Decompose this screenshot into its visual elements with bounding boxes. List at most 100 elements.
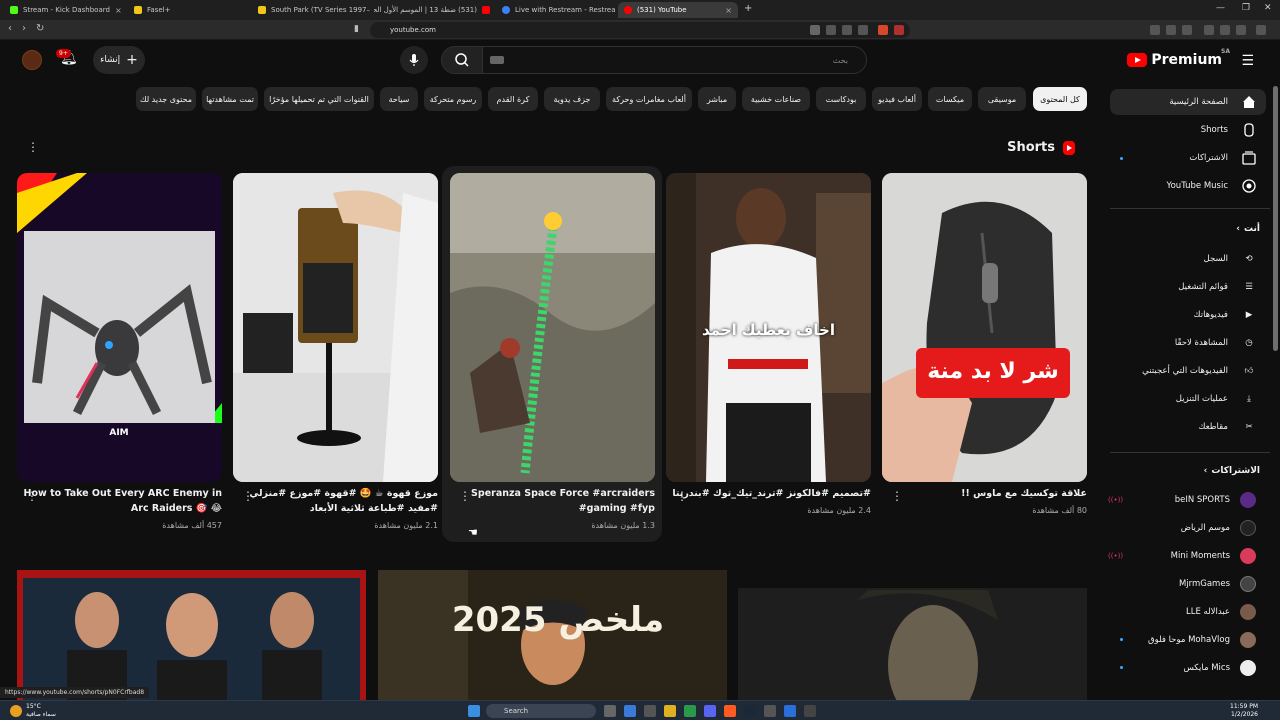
sidebar-item-playlists[interactable]: قوائم التشغيل ☰	[1110, 274, 1266, 300]
windows-start-icon[interactable]	[468, 705, 480, 717]
close-window-icon[interactable]: ✕	[1264, 3, 1272, 13]
sidebar-item-youtube-music[interactable]: YouTube Music	[1110, 173, 1266, 199]
new-tab-button[interactable]: +	[744, 3, 752, 14]
short-thumbnail[interactable]	[450, 173, 655, 482]
browser-tab[interactable]: South Park (TV Series 1997– ) - IMDb	[252, 2, 372, 18]
sidebar-item-your-videos[interactable]: فيديوهاتك ▶	[1110, 302, 1266, 328]
sidebar-item-watch-later[interactable]: المشاهدة لاحقًا ◷	[1110, 330, 1266, 356]
maximize-icon[interactable]: ❐	[1242, 3, 1250, 13]
chip[interactable]: رسوم متحركة	[424, 87, 482, 111]
menu-icon[interactable]	[1256, 25, 1266, 35]
chip[interactable]: صناعات خشبية	[742, 87, 810, 111]
short-thumbnail[interactable]: شر لا بد منة	[882, 173, 1087, 482]
subscription-channel[interactable]: Mini Moments	[1106, 544, 1256, 568]
chip[interactable]: جزف يدوية	[544, 87, 600, 111]
discord-icon[interactable]	[704, 705, 716, 717]
short-more-icon[interactable]: ⋮	[459, 490, 471, 502]
sidebar-item-liked-videos[interactable]: الفيديوهات التي أعجبتني 👍︎	[1110, 358, 1266, 384]
minimize-icon[interactable]: —	[1216, 3, 1225, 13]
steam-icon[interactable]	[744, 705, 756, 717]
subscription-channel[interactable]: موحا فلوق MohaVlog	[1106, 628, 1256, 652]
bookmark-icon[interactable]: ▮	[354, 24, 359, 34]
short-title[interactable]: #تصميم #فالكونز #ترند_تيك_توك #بندريتا	[666, 487, 871, 502]
chip[interactable]: سياحة	[380, 87, 418, 111]
chip[interactable]: ميكسات	[928, 87, 972, 111]
chip[interactable]: ألعاب مغامرات وحركة	[606, 87, 692, 111]
chip[interactable]: بودكاست	[816, 87, 866, 111]
keyboard-icon[interactable]	[490, 56, 504, 64]
short-title[interactable]: Speranza Space Force #arcraiders #gaming…	[450, 487, 655, 516]
wallet-icon[interactable]	[1220, 25, 1230, 35]
sidebar-item-shorts[interactable]: Shorts	[1110, 117, 1266, 143]
sidebar-item-downloads[interactable]: عمليات التنزيل ⤓	[1110, 386, 1266, 412]
subscription-channel[interactable]: beIN SPORTS	[1106, 488, 1256, 512]
subscription-channel[interactable]: MjrmGames	[1106, 572, 1256, 596]
chip[interactable]: موسيقى	[978, 87, 1026, 111]
browser-tab[interactable]: Stream - Kick Dashboard ×	[4, 2, 126, 18]
short-thumbnail[interactable]	[233, 173, 438, 482]
task-view-icon[interactable]	[604, 705, 616, 717]
chip[interactable]: مباشر	[698, 87, 736, 111]
browser-tab-active[interactable]: (531) YouTube ×	[618, 2, 738, 18]
sidebar-item-clips[interactable]: مقاطعك ✂	[1110, 414, 1266, 440]
sidebar-icon[interactable]	[1204, 25, 1214, 35]
taskbar-search[interactable]: Search	[486, 704, 596, 718]
browser-tab[interactable]: Fasel+	[128, 2, 250, 18]
create-button[interactable]: إنشاء +	[93, 46, 145, 74]
app-icon[interactable]	[804, 705, 816, 717]
file-explorer-icon[interactable]	[664, 705, 676, 717]
brave-icon[interactable]	[724, 705, 736, 717]
forward-icon[interactable]: ›	[22, 23, 26, 34]
share-icon[interactable]	[858, 25, 868, 35]
search-input[interactable]: بحث	[482, 46, 867, 74]
chip[interactable]: تمت مشاهدتها	[202, 87, 258, 111]
short-thumbnail[interactable]: اخاف يعطيك احمد	[666, 173, 871, 482]
app-icon[interactable]	[764, 705, 776, 717]
close-icon[interactable]: ×	[115, 6, 122, 15]
short-more-icon[interactable]: ⋮	[26, 490, 38, 502]
chip[interactable]: محتوى جديد لك	[136, 87, 196, 111]
shelf-more-icon[interactable]: ⋮	[27, 141, 39, 153]
scrollbar-thumb[interactable]	[1273, 86, 1278, 351]
subscription-channel[interactable]: عبدالاله LLE	[1106, 600, 1256, 624]
subscriptions-section-header[interactable]: ‹ الاشتراكات	[1204, 466, 1260, 476]
app-icon[interactable]	[684, 705, 696, 717]
extension-icon[interactable]	[1150, 25, 1160, 35]
browser-tab[interactable]: (531) ضطة 13 | الموسم الأول الحلقة	[374, 2, 496, 18]
short-thumbnail[interactable]: AIM	[17, 173, 222, 482]
chip[interactable]: كرة القدم	[488, 87, 538, 111]
short-more-icon[interactable]: ⋮	[242, 490, 254, 502]
app-icon[interactable]	[644, 705, 656, 717]
short-title[interactable]: How to Take Out Every ARC Enemy in Arc R…	[17, 487, 222, 516]
back-icon[interactable]: ‹	[8, 23, 12, 34]
reload-icon[interactable]: ↻	[36, 23, 44, 34]
video-thumbnail[interactable]	[738, 570, 1087, 700]
zoom-icon[interactable]	[842, 25, 852, 35]
sidebar-item-history[interactable]: السجل ⟲	[1110, 246, 1266, 272]
extension-icon[interactable]	[810, 25, 820, 35]
extension-icon[interactable]	[826, 25, 836, 35]
sidebar-item-home[interactable]: الصفحة الرئيسية	[1110, 89, 1266, 115]
search-button[interactable]	[441, 46, 483, 74]
avatar[interactable]	[22, 50, 42, 70]
subscription-channel[interactable]: موسم الرياض	[1106, 516, 1256, 540]
extension-icon[interactable]	[894, 25, 904, 35]
chip-all[interactable]: كل المحتوى	[1033, 87, 1087, 111]
sidebar-item-subscriptions[interactable]: الاشتراكات	[1110, 145, 1266, 171]
extension-icon[interactable]	[878, 25, 888, 35]
youtube-logo[interactable]: Premium SA	[1127, 48, 1230, 68]
video-thumbnail[interactable]	[17, 570, 366, 700]
voice-search-button[interactable]	[400, 46, 428, 74]
you-section-header[interactable]: ‹ أنت	[1236, 224, 1260, 234]
subscription-channel[interactable]: مايكس Mics	[1106, 656, 1256, 680]
short-title[interactable]: موزع قهوة ☕ 🤩 #قهوة #موزع #منزلي #مفيد #…	[233, 487, 438, 516]
system-clock[interactable]: 11:59 PM 1/2/2026	[1230, 703, 1258, 719]
close-icon[interactable]: ×	[725, 6, 732, 15]
browser-tab[interactable]: Live with Restream - Restream	[496, 2, 616, 18]
shield-icon[interactable]	[1236, 25, 1246, 35]
app-icon[interactable]	[784, 705, 796, 717]
hamburger-menu-icon[interactable]: ☰	[1241, 53, 1254, 69]
chip[interactable]: ألعاب فيديو	[872, 87, 922, 111]
short-more-icon[interactable]: ⋮	[676, 490, 688, 502]
chip[interactable]: القنوات التي تم تحميلها مؤخرًا	[264, 87, 374, 111]
